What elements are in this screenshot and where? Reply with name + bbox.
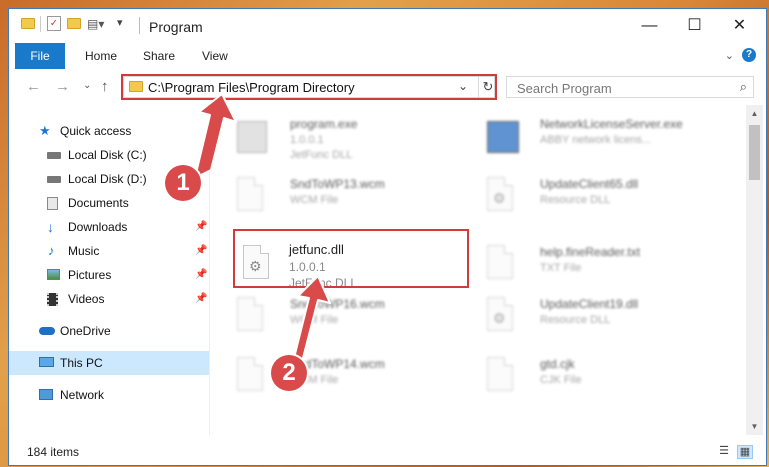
step-badge-1: 1 [165, 165, 201, 201]
step-badge-2: 2 [271, 355, 307, 391]
arrow-2 [287, 275, 331, 363]
arrow-1 [194, 93, 237, 179]
annotation-arrows [194, 93, 331, 363]
